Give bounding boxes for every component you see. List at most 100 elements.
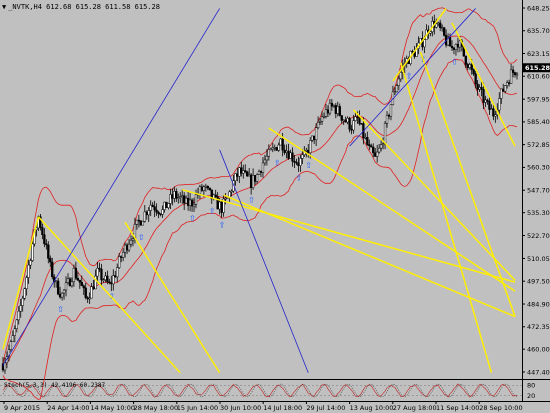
time-tick-label: 9 Apr 2015	[4, 404, 40, 412]
candle-body	[114, 275, 117, 278]
candle-body	[47, 244, 50, 259]
candle-body	[135, 219, 139, 225]
price-axis: 648.25 635.70 623.15 610.60 597.95 585.40 572.…	[522, 4, 550, 376]
candle-body	[112, 275, 115, 285]
candle-body	[468, 64, 471, 68]
candle-body	[51, 261, 54, 278]
dropdown-triangle-icon[interactable]: ▼	[2, 1, 6, 13]
price-tick-label: 447.40	[527, 368, 550, 376]
candle-body	[240, 167, 243, 174]
candle-body	[506, 82, 509, 86]
candle-body	[137, 219, 141, 222]
candle-body	[379, 144, 383, 149]
price-tick-label: 510.05	[527, 255, 550, 263]
candle-body	[31, 243, 34, 261]
candle-body	[100, 268, 103, 281]
candle-body	[151, 204, 154, 207]
candle-body	[157, 211, 160, 215]
candle-body	[263, 159, 267, 164]
candle-body	[161, 209, 164, 215]
candle-body	[474, 73, 477, 85]
candle-body	[364, 137, 367, 139]
candle-body	[352, 120, 355, 131]
candle-body	[23, 288, 26, 299]
candle-body	[84, 287, 87, 298]
candle-body	[163, 201, 166, 210]
candle-body	[265, 155, 269, 161]
candle-body	[466, 64, 469, 68]
candle-body	[27, 264, 30, 278]
candle-body	[488, 101, 491, 110]
symbol-info: _NVTK,H4 612.68 615.28 611.58 615.28	[8, 3, 160, 11]
fractal-up-arrow-icon: ⇧	[295, 174, 302, 183]
price-tick-label: 572.85	[527, 141, 550, 149]
candle-body	[167, 203, 170, 208]
candle-body	[104, 275, 107, 281]
candle-body	[55, 280, 58, 283]
candle-body	[334, 105, 337, 114]
trading-chart-window[interactable]: ⇧⇧⇧⇧⇧⇧⇧⇧⇧⇧⇧⇧⇧ 8020 648.25635.70623.15610…	[0, 0, 550, 413]
candle-body	[68, 278, 72, 287]
candle-body	[358, 117, 361, 124]
candle-body	[277, 144, 280, 151]
candle-body	[92, 286, 95, 290]
candle-body	[476, 83, 479, 90]
candle-body	[49, 258, 52, 263]
candle-body	[423, 39, 426, 48]
candle-body	[25, 277, 28, 290]
candle-body	[29, 260, 32, 266]
candle-body	[106, 275, 109, 283]
candle-body	[121, 251, 125, 258]
candle-body	[360, 123, 363, 125]
candle-body	[381, 143, 385, 146]
candle-body	[188, 199, 192, 206]
candle-body	[393, 91, 397, 94]
candle-body	[78, 279, 81, 283]
fractal-up-arrow-icon: ⇧	[138, 233, 145, 242]
candle-body	[346, 118, 349, 123]
time-tick-label: 28 May 18:00	[134, 404, 179, 412]
fractal-up-arrow-icon: ⇧	[451, 57, 458, 66]
candle-body	[356, 116, 359, 119]
price-chart[interactable]: ⇧⇧⇧⇧⇧⇧⇧⇧⇧⇧⇧⇧⇧ 8020 648.25635.70623.15610…	[0, 0, 550, 413]
candle-body	[372, 146, 375, 154]
candle-body	[324, 109, 328, 117]
candle-body	[490, 108, 493, 110]
candle-body	[60, 292, 64, 298]
fractal-up-arrow-icon: ⇧	[209, 207, 216, 216]
candle-body	[11, 335, 14, 342]
candle-body	[330, 102, 334, 107]
candle-body	[58, 293, 62, 298]
candle-body	[251, 175, 255, 189]
candle-body	[179, 196, 182, 198]
candle-body	[478, 87, 481, 90]
candle-body	[149, 204, 152, 211]
candle-body	[492, 108, 495, 117]
candle-body	[66, 278, 70, 283]
candle-body	[507, 82, 511, 84]
candle-body	[370, 145, 373, 148]
candle-body	[21, 297, 24, 306]
price-tick-label: 610.60	[527, 73, 550, 81]
fractal-up-arrow-icon: ⇧	[305, 161, 312, 170]
candle-body	[116, 267, 119, 278]
candle-body	[184, 197, 188, 204]
candle-body	[181, 195, 184, 197]
candle-body	[253, 175, 257, 182]
candle-body	[397, 78, 400, 86]
candle-body	[502, 88, 505, 92]
candle-body	[70, 281, 74, 287]
candle-body	[307, 149, 310, 154]
candle-body	[376, 151, 379, 157]
candle-body	[108, 281, 111, 284]
candle-body	[236, 173, 239, 177]
candle-body	[498, 98, 501, 111]
candle-body	[291, 152, 294, 162]
candle-body	[190, 199, 194, 207]
candle-body	[82, 285, 85, 289]
candle-body	[350, 128, 353, 131]
candle-body	[145, 211, 148, 216]
candle-body	[285, 150, 288, 153]
candle-body	[320, 116, 324, 122]
candle-body	[374, 152, 377, 157]
